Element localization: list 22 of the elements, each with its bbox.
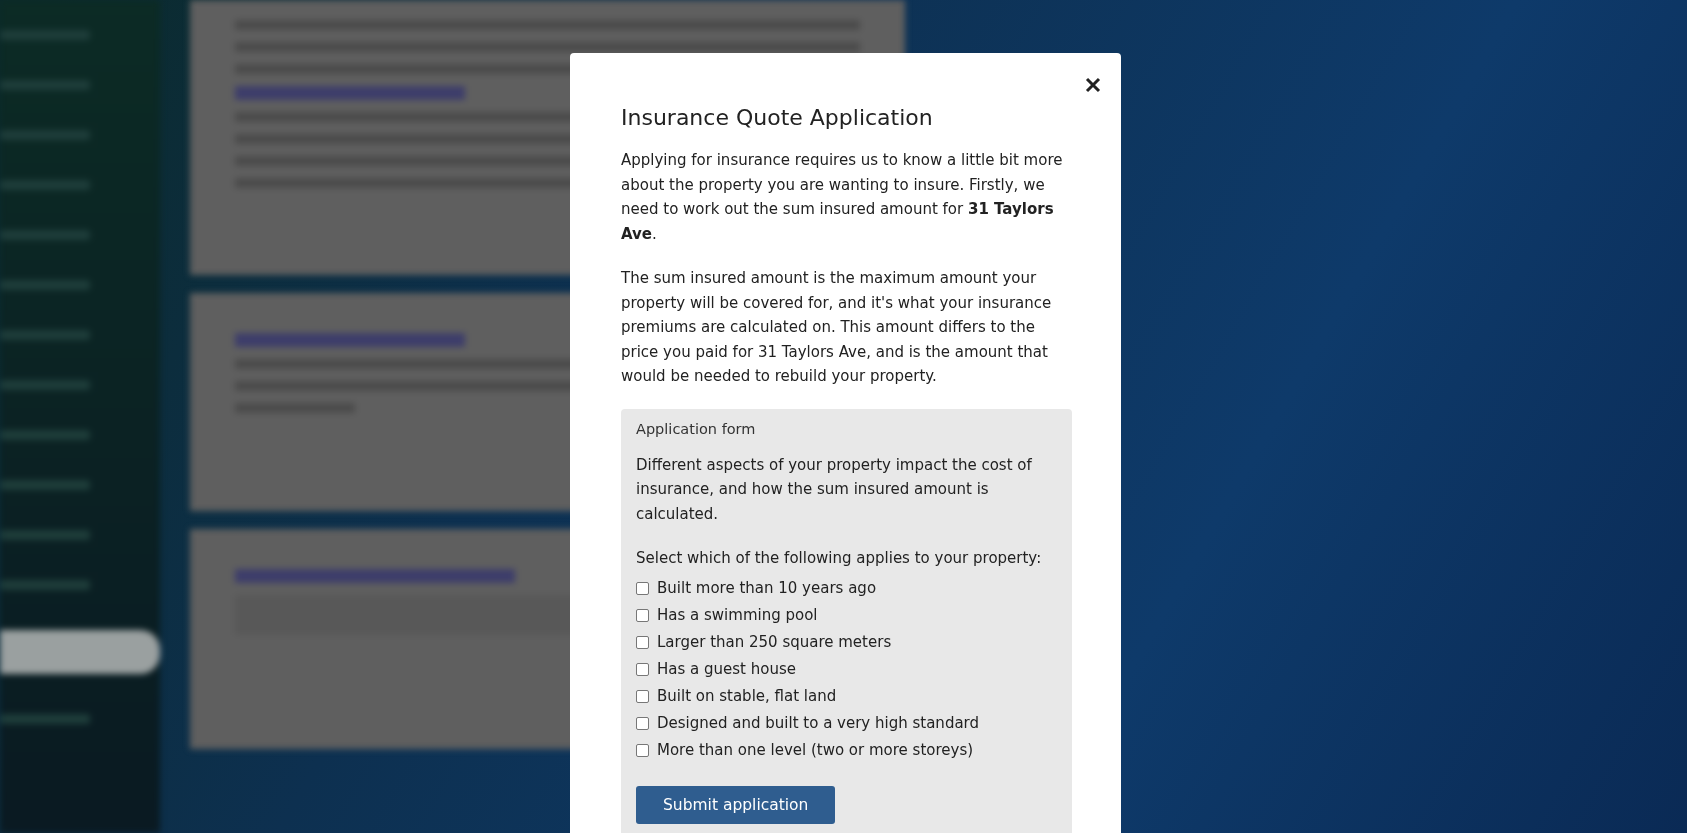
option-label: Has a swimming pool: [657, 606, 818, 624]
submit-button[interactable]: Submit application: [636, 785, 836, 824]
option-label: Designed and built to a very high standard: [657, 714, 980, 732]
body-paragraph: The sum insured amount is the maximum amount your property will be covered for, and it's what your insurance premiums are calculated on. This amount differs to the price you paid for 31 Taylors Ave, and is the amount that would be needed to rebuild your property.: [621, 268, 1053, 387]
modal-title: Insurance Quote Application: [621, 105, 934, 130]
option-label: Has a guest house: [657, 660, 796, 678]
checkbox[interactable]: [636, 635, 649, 649]
form-prompt-text: Select which of the following applies to your property:: [636, 548, 1043, 569]
form-intro-text: Different aspects of your property impact the cost of insurance, and how the sum insured amount is calculated.: [636, 454, 1033, 525]
checkbox[interactable]: [636, 743, 649, 757]
option-label: Built more than 10 years ago: [657, 579, 877, 597]
form-title: Application form: [636, 420, 757, 437]
option-label: Built on stable, flat land: [657, 687, 837, 705]
checkbox[interactable]: [636, 689, 649, 703]
body-paragraph: Applying for insurance requires us to know a little bit more about the property you are wanting to insure. Firstly, we need to work out the sum insured amount for 31 Taylors Ave.: [621, 150, 1064, 245]
option-label: More than one level (two or more storeys): [657, 741, 974, 759]
checkbox[interactable]: [636, 581, 649, 595]
option-label: Larger than 250 square meters: [657, 633, 892, 651]
checkbox[interactable]: [636, 716, 649, 730]
close-icon[interactable]: [1085, 77, 1101, 93]
checkbox[interactable]: [636, 662, 649, 676]
checkbox[interactable]: [636, 608, 649, 622]
